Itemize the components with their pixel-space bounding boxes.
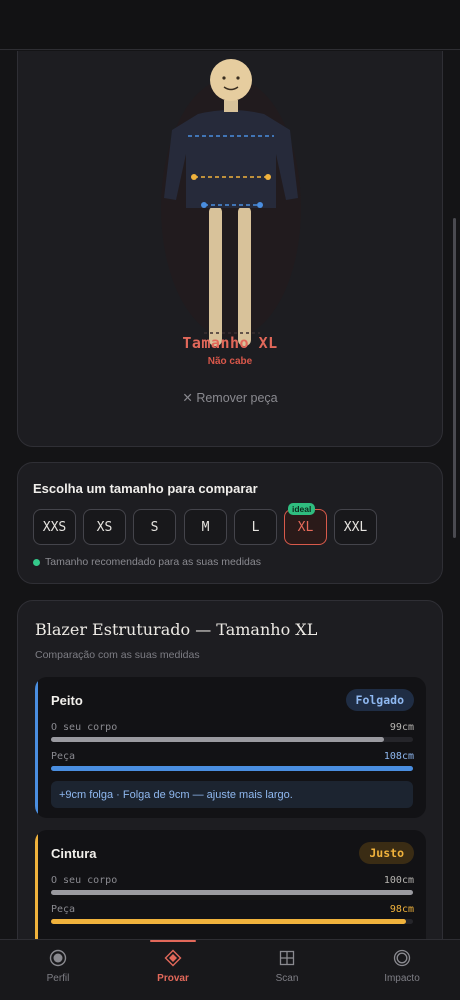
- body-bar-fill: [51, 737, 385, 742]
- fit-status: Não cabe: [207, 356, 253, 367]
- nav-item-impact[interactable]: Impacto: [357, 940, 447, 1000]
- body-value: 99cm: [389, 722, 414, 733]
- fit-badge: Folgado: [345, 689, 414, 711]
- garment-bar-fill: [51, 919, 406, 924]
- nav-label: Perfil: [46, 973, 70, 984]
- size-option-m[interactable]: M: [184, 509, 227, 545]
- nav-item-scan[interactable]: Scan: [242, 940, 332, 1000]
- body-bar-fill: [51, 890, 413, 895]
- size-picker-title: Escolha um tamanho para comparar: [33, 481, 258, 496]
- garment-bar: [51, 766, 413, 771]
- comparison-subtitle: Comparação com as suas medidas: [35, 649, 200, 661]
- body-bar: [51, 890, 413, 895]
- fit-badge: Justo: [359, 842, 414, 864]
- size-picker-card: Escolha um tamanho para comparar XXS XS …: [17, 462, 443, 584]
- ideal-badge: ideal: [288, 503, 316, 515]
- garment-bar-fill: [51, 766, 413, 771]
- body-label: O seu corpo: [51, 875, 118, 886]
- tryon-card: Tamanho XL Não cabe ✕ Remover peça: [17, 51, 443, 447]
- garment-value: 108cm: [383, 751, 414, 762]
- body-bar: [51, 737, 413, 742]
- tryon-icon: [163, 948, 183, 968]
- garment-bar: [51, 919, 413, 924]
- hint-text: Tamanho recomendado para as suas medidas: [45, 556, 261, 568]
- garment-value: 98cm: [389, 904, 414, 915]
- nav-label: Provar: [157, 973, 189, 984]
- recommended-dot-icon: [33, 558, 40, 566]
- size-option-l[interactable]: L: [234, 509, 277, 545]
- metric-name: Cintura: [51, 846, 97, 861]
- metric-waist: Cintura Justo O seu corpo 100cm Peça 98c…: [35, 830, 426, 939]
- status-bar: [0, 0, 460, 50]
- metric-accent: [35, 830, 38, 939]
- comparison-card: Blazer Estruturado — Tamanho XL Comparaç…: [17, 600, 443, 939]
- profile-icon: [48, 948, 68, 968]
- nav-label: Scan: [275, 973, 299, 984]
- nav-item-profile[interactable]: Perfil: [13, 940, 103, 1000]
- garment-label: Peça: [51, 904, 76, 915]
- size-option-xxs[interactable]: XXS: [33, 509, 76, 545]
- impact-icon: [392, 948, 412, 968]
- size-option-xxl[interactable]: XXL: [334, 509, 377, 545]
- recommendation-hint: Tamanho recomendado para as suas medidas: [33, 556, 261, 568]
- scroll-container[interactable]: Tamanho XL Não cabe ✕ Remover peça Escol…: [0, 51, 460, 939]
- avatar-figure: [161, 59, 301, 346]
- size-option-s[interactable]: S: [133, 509, 176, 545]
- nav-label: Impacto: [384, 973, 420, 984]
- scan-icon: [277, 948, 297, 968]
- bottom-nav: Perfil Provar Scan Impacto: [0, 939, 460, 1000]
- body-label: O seu corpo: [51, 722, 118, 733]
- tryon-size-title: Tamanho XL: [182, 334, 278, 352]
- size-option-xs[interactable]: XS: [83, 509, 126, 545]
- scrollbar[interactable]: [453, 218, 456, 538]
- body-value: 100cm: [383, 875, 414, 886]
- remove-garment-button[interactable]: ✕ Remover peça: [18, 390, 442, 405]
- metric-name: Peito: [51, 693, 83, 708]
- garment-label: Peça: [51, 751, 76, 762]
- metric-accent: [35, 677, 38, 818]
- comparison-title: Blazer Estruturado — Tamanho XL: [35, 620, 318, 639]
- fit-note: +9cm folga · Folga de 9cm — ajuste mais …: [51, 781, 413, 808]
- nav-item-tryon[interactable]: Provar: [128, 940, 218, 1000]
- metric-chest: Peito Folgado O seu corpo 99cm Peça 108c…: [35, 677, 426, 818]
